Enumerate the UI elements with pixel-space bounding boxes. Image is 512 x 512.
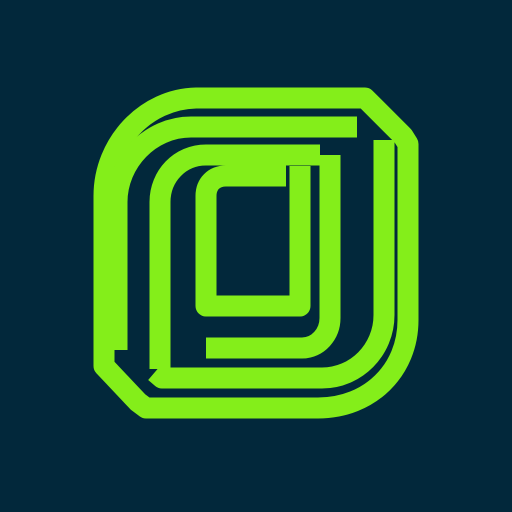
- logo-icon: [93, 87, 419, 419]
- app-icon: [0, 0, 512, 512]
- logo-innermost-d: [195, 165, 311, 317]
